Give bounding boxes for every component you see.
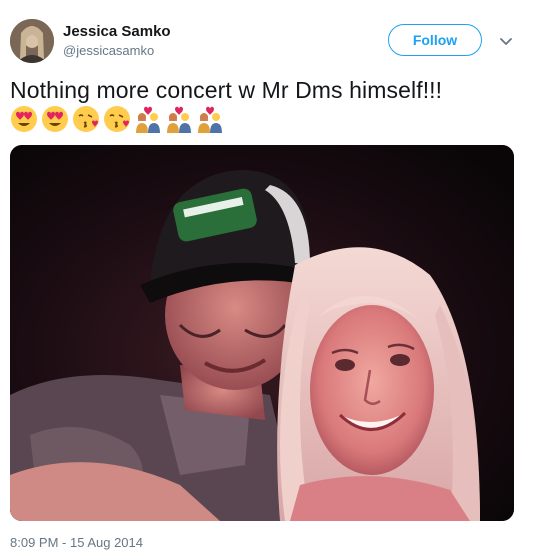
display-name[interactable]: Jessica Samko bbox=[63, 23, 171, 40]
couple-with-heart-emoji-icon bbox=[198, 106, 222, 133]
heart-eyes-emoji-icon bbox=[11, 106, 37, 132]
user-avatar[interactable] bbox=[10, 19, 54, 63]
face-blowing-kiss-emoji-icon bbox=[73, 106, 99, 132]
follow-button[interactable]: Follow bbox=[388, 24, 482, 56]
tweet-timestamp[interactable]: 8:09 PM - 15 Aug 2014 bbox=[10, 535, 143, 550]
face-blowing-kiss-emoji-icon bbox=[104, 106, 130, 132]
tweet-text: Nothing more concert w Mr Dms himself!!! bbox=[10, 77, 443, 103]
couple-with-heart-emoji-icon bbox=[167, 106, 191, 133]
tweet-card: Jessica Samko @jessicasamko Follow Nothi… bbox=[0, 0, 534, 560]
selfie-photo-image bbox=[10, 145, 514, 521]
screen-name[interactable]: @jessicasamko bbox=[63, 43, 154, 58]
emoji-row bbox=[10, 105, 224, 133]
chevron-down-icon[interactable] bbox=[497, 33, 515, 51]
avatar-image bbox=[10, 19, 54, 63]
couple-with-heart-emoji-icon bbox=[136, 106, 160, 133]
tweet-photo[interactable] bbox=[10, 145, 514, 521]
heart-eyes-emoji-icon bbox=[42, 106, 68, 132]
